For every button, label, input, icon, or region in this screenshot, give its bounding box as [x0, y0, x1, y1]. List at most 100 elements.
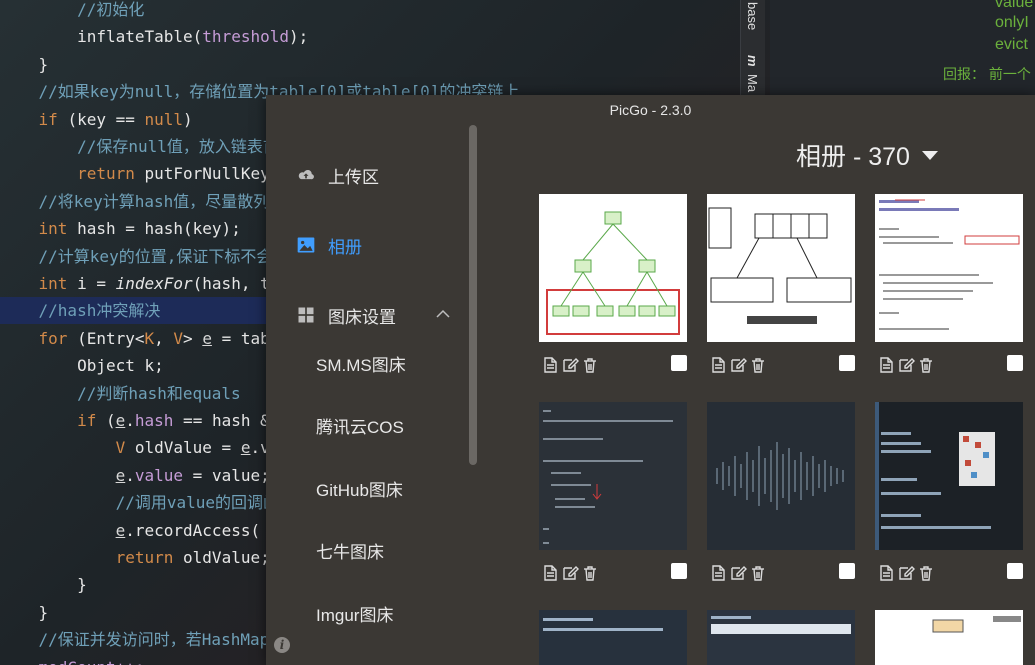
thumb-actions: [707, 354, 855, 376]
code-token: //计算key的位置,保证下标不会: [0, 246, 273, 266]
code-token: (hash, t: [192, 274, 270, 293]
secondary-code-line: onlyI: [995, 14, 1029, 31]
code-token: if: [0, 411, 106, 430]
sidebar-scrollbar[interactable]: [469, 125, 477, 465]
code-token: oldValue;: [183, 548, 270, 567]
album-title[interactable]: 相册 - 370: [796, 137, 938, 173]
sub-item-qiniu[interactable]: 七牛图床: [316, 540, 384, 566]
code-token: int: [0, 219, 78, 239]
document-icon[interactable]: [709, 564, 727, 582]
b-tree-thumbnail: [546, 211, 680, 335]
window-title: PicGo - 2.3.0: [266, 95, 1035, 125]
thumb-actions: [875, 354, 1023, 376]
grid-icon: [298, 307, 314, 323]
edit-icon[interactable]: [561, 564, 579, 582]
gallery-thumb-table[interactable]: [707, 610, 855, 665]
info-icon[interactable]: i: [274, 637, 290, 653]
nav-upload-label: 上传区: [328, 167, 379, 187]
gallery-thumb-slides[interactable]: [875, 402, 1023, 550]
document-icon[interactable]: [877, 356, 895, 374]
edit-icon[interactable]: [897, 564, 915, 582]
nav-settings[interactable]: 图床设置: [296, 300, 456, 330]
nav-upload[interactable]: 上传区: [296, 160, 379, 190]
gallery-thumb-java-code[interactable]: [875, 194, 1023, 342]
document-icon[interactable]: [541, 564, 559, 582]
code-token: //将key计算hash值，尽量散列: [0, 191, 270, 211]
chevron-up-icon[interactable]: [436, 309, 450, 319]
tool-tab-database[interactable]: base: [745, 2, 760, 30]
code-token: value: [134, 465, 184, 485]
gallery-thumb-diagram[interactable]: [875, 610, 1023, 665]
select-checkbox[interactable]: [671, 563, 687, 579]
document-icon[interactable]: [877, 564, 895, 582]
thumb-actions: [539, 354, 687, 376]
code-token: .recordAccess(: [125, 520, 261, 540]
code-token: = tab: [211, 328, 270, 348]
code-token: .: [125, 465, 135, 485]
trash-icon[interactable]: [917, 564, 935, 582]
gallery-thumb-btree[interactable]: [539, 194, 687, 342]
caret-down-icon[interactable]: [921, 150, 938, 160]
code-token: hash: [134, 411, 174, 430]
sub-item-tencent-cos[interactable]: 腾讯云COS: [316, 415, 404, 441]
code-token: >: [183, 328, 203, 348]
sub-item-imgur[interactable]: Imgur图床: [316, 603, 393, 629]
picgo-window: PicGo - 2.3.0 上传区 相册 图床设置 SM.MS图床 腾讯云COS…: [266, 95, 1035, 665]
select-checkbox[interactable]: [839, 355, 855, 371]
trash-icon[interactable]: [749, 356, 767, 374]
tool-tab-maven[interactable]: Ma: [745, 74, 760, 92]
trash-icon[interactable]: [581, 564, 599, 582]
bplus-tree-thumbnail: [708, 207, 852, 324]
document-icon[interactable]: [709, 356, 727, 374]
code-line[interactable]: inflateTable(threshold);: [0, 23, 740, 50]
code-token: inflateTable(: [0, 27, 203, 47]
select-checkbox[interactable]: [671, 355, 687, 371]
document-icon[interactable]: [541, 356, 559, 374]
code-token: }: [0, 602, 49, 622]
edit-icon[interactable]: [897, 356, 915, 374]
nav-album[interactable]: 相册: [296, 230, 362, 260]
edit-icon[interactable]: [729, 356, 747, 374]
secondary-code-line: value: [995, 0, 1034, 11]
tool-window-strip: base m Ma: [740, 0, 765, 95]
gallery-thumb-bplus-tree[interactable]: [707, 194, 855, 342]
trash-icon[interactable]: [581, 356, 599, 374]
tool-tab-maven-icon[interactable]: m: [745, 55, 760, 67]
code-token: == hash &: [173, 411, 270, 430]
code-token: .: [125, 411, 135, 430]
select-checkbox[interactable]: [1007, 563, 1023, 579]
code-token: e: [202, 328, 212, 348]
code-token: V: [0, 438, 135, 458]
code-token: indexFor: [115, 274, 193, 293]
gallery-thumb-dark-code[interactable]: [539, 402, 687, 550]
trash-icon[interactable]: [749, 564, 767, 582]
code-token: for: [0, 328, 78, 348]
code-token: );: [289, 27, 309, 47]
code-token: //初始化: [0, 0, 145, 19]
secondary-editor: value onlyI evict 回报： 前一个: [770, 0, 1035, 95]
select-checkbox[interactable]: [1007, 355, 1023, 371]
waveform-thumbnail: [716, 442, 844, 510]
code-token: e: [115, 520, 126, 540]
code-token: K: [144, 328, 155, 348]
code-line[interactable]: //初始化: [0, 0, 740, 23]
code-token: int: [0, 274, 78, 293]
redis-thumbnail: [543, 618, 663, 631]
thumb-actions: [875, 562, 1023, 584]
code-line[interactable]: }: [0, 51, 740, 78]
trash-icon[interactable]: [917, 356, 935, 374]
edit-icon[interactable]: [729, 564, 747, 582]
gallery-thumb-redis[interactable]: [539, 610, 687, 665]
sub-item-smms[interactable]: SM.MS图床: [316, 353, 406, 379]
gallery-thumb-waveform[interactable]: [707, 402, 855, 550]
nav-album-label: 相册: [328, 237, 362, 257]
code-token: //保证并发访问时，若HashMap: [0, 630, 270, 650]
code-token: oldValue =: [134, 438, 241, 458]
code-token: null: [144, 109, 184, 129]
select-checkbox[interactable]: [839, 563, 855, 579]
code-token: if: [0, 109, 68, 129]
sub-item-github[interactable]: GitHub图床: [316, 478, 403, 504]
edit-icon[interactable]: [561, 356, 579, 374]
code-token: putForNullKey: [144, 164, 270, 184]
